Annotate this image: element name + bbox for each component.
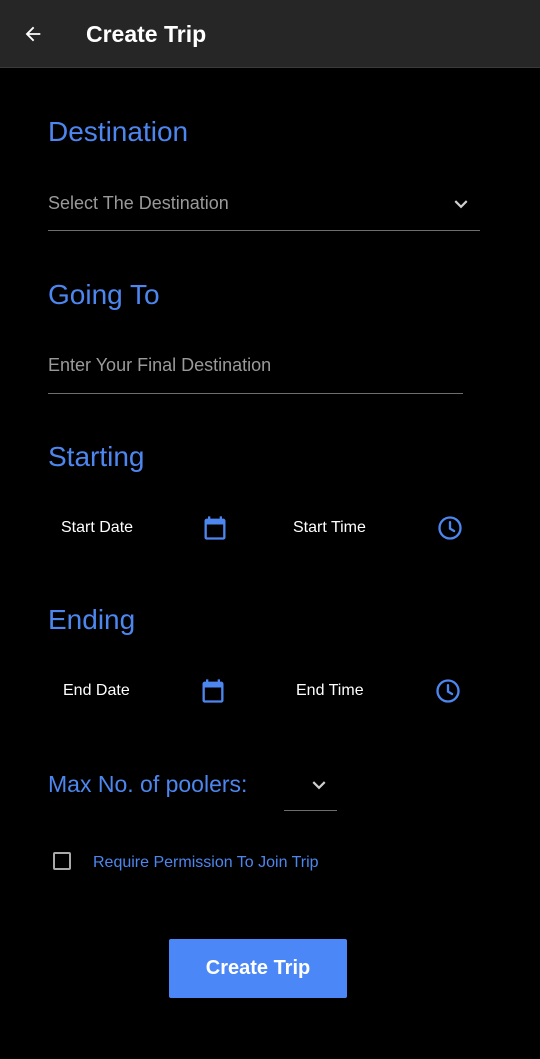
- clock-icon: [433, 676, 463, 706]
- chevron-down-icon: [304, 772, 334, 798]
- start-time-label: Start Time: [293, 519, 366, 536]
- calendar-icon: [198, 676, 228, 706]
- app-bar: Create Trip: [0, 0, 540, 68]
- end-time-label: End Time: [296, 682, 364, 699]
- calendar-icon: [200, 513, 230, 543]
- require-permission-checkbox[interactable]: [53, 852, 71, 870]
- final-destination-placeholder: Enter Your Final Destination: [48, 355, 272, 375]
- max-poolers-heading: Max No. of poolers:: [48, 771, 248, 797]
- ending-heading: Ending: [48, 604, 136, 635]
- starting-heading: Starting: [48, 441, 145, 472]
- destination-dropdown[interactable]: Select The Destination: [48, 186, 480, 231]
- create-trip-button[interactable]: Create Trip: [169, 939, 347, 998]
- final-destination-input[interactable]: Enter Your Final Destination: [48, 349, 463, 394]
- going-to-heading: Going To: [48, 279, 160, 310]
- destination-heading: Destination: [48, 116, 189, 147]
- page-title: Create Trip: [86, 21, 207, 47]
- start-date-picker[interactable]: Start Date: [48, 508, 238, 548]
- destination-select-text: Select The Destination: [48, 193, 229, 213]
- max-poolers-dropdown[interactable]: [284, 764, 337, 811]
- start-time-picker[interactable]: Start Time: [280, 508, 470, 548]
- clock-icon: [435, 513, 465, 543]
- chevron-down-icon: [448, 191, 474, 217]
- back-button[interactable]: [16, 17, 50, 51]
- end-date-picker[interactable]: End Date: [48, 671, 238, 711]
- require-permission-label[interactable]: Require Permission To Join Trip: [93, 853, 319, 873]
- arrow-left-icon: [22, 23, 44, 45]
- end-date-label: End Date: [63, 682, 130, 699]
- create-trip-screen: Create Trip Destination Select The Desti…: [0, 0, 540, 1059]
- end-time-picker[interactable]: End Time: [280, 671, 470, 711]
- start-date-label: Start Date: [61, 519, 134, 536]
